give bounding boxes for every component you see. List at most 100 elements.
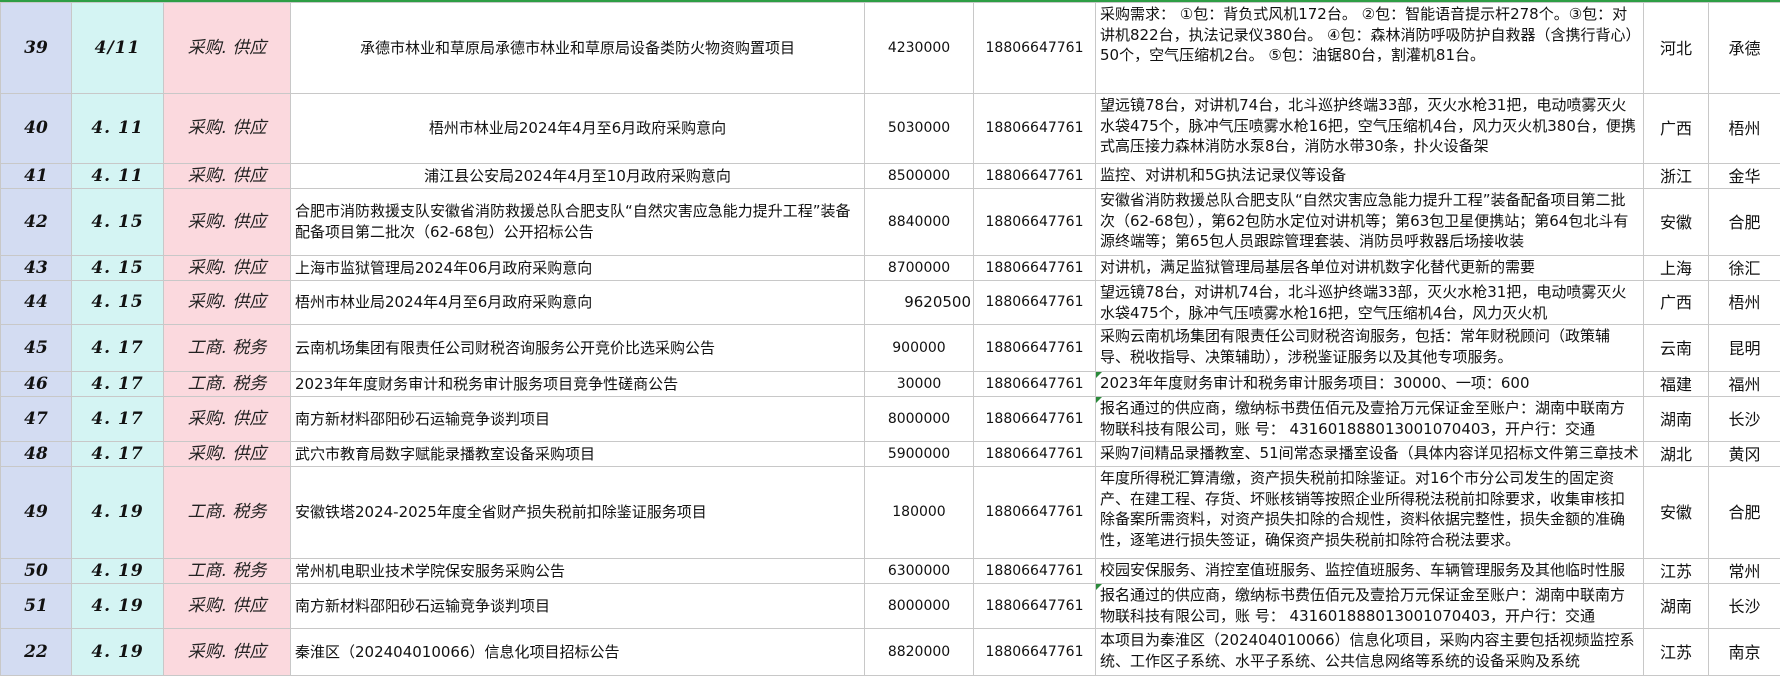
- table-row[interactable]: 48 4. 17 采购. 供应 武穴市教育局数字赋能录播教室设备采购项目 5900000…: [0, 441, 1780, 467]
- city-cell[interactable]: 福州: [1708, 371, 1780, 397]
- table-row[interactable]: 44 4. 15 采购. 供应 梧州市林业局2024年4月至6月政府采购意向 96205…: [0, 280, 1780, 325]
- category-cell[interactable]: 采购. 供应: [163, 188, 291, 256]
- category-cell[interactable]: 采购. 供应: [163, 280, 291, 325]
- row-number-cell[interactable]: 41: [0, 163, 72, 189]
- category-cell[interactable]: 工商. 税务: [163, 371, 291, 397]
- province-cell[interactable]: 云南: [1643, 324, 1709, 372]
- phone-cell[interactable]: 18806647761: [973, 628, 1096, 676]
- project-name-cell[interactable]: 云南机场集团有限责任公司财税咨询服务公开竞价比选采购公告: [290, 324, 865, 372]
- province-cell[interactable]: 江苏: [1643, 558, 1709, 584]
- table-row[interactable]: 50 4. 19 工商. 税务 常州机电职业技术学院保安服务采购公告 6300000 18…: [0, 558, 1780, 584]
- city-cell[interactable]: 长沙: [1708, 583, 1780, 629]
- amount-cell[interactable]: 8820000: [864, 628, 974, 676]
- city-cell[interactable]: 梧州: [1708, 280, 1780, 325]
- amount-cell[interactable]: 8000000: [864, 396, 974, 442]
- table-row[interactable]: 49 4. 19 工商. 税务 安徽铁塔2024-2025年度全省财产损失税前扣除鉴证…: [0, 466, 1780, 559]
- phone-cell[interactable]: 18806647761: [973, 255, 1096, 281]
- date-cell[interactable]: 4. 15: [71, 188, 164, 256]
- category-cell[interactable]: 采购. 供应: [163, 583, 291, 629]
- amount-cell[interactable]: 6300000: [864, 558, 974, 584]
- table-row[interactable]: 22 4. 19 采购. 供应 秦淮区（202404010066）信息化项目招标公告 8…: [0, 628, 1780, 676]
- project-name-cell[interactable]: 合肥市消防救援支队安徽省消防救援总队合肥支队“自然灾害应急能力提升工程”装备配备…: [290, 188, 865, 256]
- phone-cell[interactable]: 18806647761: [973, 371, 1096, 397]
- city-cell[interactable]: 合肥: [1708, 466, 1780, 559]
- category-cell[interactable]: 采购. 供应: [163, 396, 291, 442]
- phone-cell[interactable]: 18806647761: [973, 466, 1096, 559]
- date-cell[interactable]: 4. 17: [71, 396, 164, 442]
- table-row[interactable]: 46 4. 17 工商. 税务 2023年年度财务审计和税务审计服务项目竞争性磋商公告…: [0, 371, 1780, 397]
- province-cell[interactable]: 湖南: [1643, 396, 1709, 442]
- row-number-cell[interactable]: 48: [0, 441, 72, 467]
- category-cell[interactable]: 采购. 供应: [163, 441, 291, 467]
- row-number-cell[interactable]: 46: [0, 371, 72, 397]
- row-number-cell[interactable]: 47: [0, 396, 72, 442]
- project-name-cell[interactable]: 常州机电职业技术学院保安服务采购公告: [290, 558, 865, 584]
- phone-cell[interactable]: 18806647761: [973, 324, 1096, 372]
- category-cell[interactable]: 采购. 供应: [163, 628, 291, 676]
- amount-cell[interactable]: 9620500: [864, 280, 974, 325]
- description-cell[interactable]: 年度所得税汇算清缴，资产损失税前扣除鉴证。对16个市分公司发生的固定资产、在建工…: [1095, 466, 1644, 559]
- category-cell[interactable]: 采购. 供应: [163, 2, 291, 94]
- description-cell[interactable]: 报名通过的供应商，缴纳标书费伍佰元及壹拾万元保证金至账户：湖南中联南方物联科技有…: [1095, 396, 1644, 442]
- description-cell[interactable]: 本项目为秦淮区（202404010066）信息化项目，采购内容主要包括视频监控系…: [1095, 628, 1644, 676]
- description-cell[interactable]: 报名通过的供应商，缴纳标书费伍佰元及壹拾万元保证金至账户：湖南中联南方物联科技有…: [1095, 583, 1644, 629]
- province-cell[interactable]: 安徽: [1643, 466, 1709, 559]
- row-number-cell[interactable]: 40: [0, 93, 72, 164]
- project-name-cell[interactable]: 上海市监狱管理局2024年06月政府采购意向: [290, 255, 865, 281]
- province-cell[interactable]: 上海: [1643, 255, 1709, 281]
- category-cell[interactable]: 采购. 供应: [163, 163, 291, 189]
- amount-cell[interactable]: 8500000: [864, 163, 974, 189]
- province-cell[interactable]: 江苏: [1643, 628, 1709, 676]
- row-number-cell[interactable]: 44: [0, 280, 72, 325]
- table-row[interactable]: 43 4. 15 采购. 供应 上海市监狱管理局2024年06月政府采购意向 87000…: [0, 255, 1780, 281]
- phone-cell[interactable]: 18806647761: [973, 163, 1096, 189]
- phone-cell[interactable]: 18806647761: [973, 558, 1096, 584]
- project-name-cell[interactable]: 2023年年度财务审计和税务审计服务项目竞争性磋商公告: [290, 371, 865, 397]
- date-cell[interactable]: 4. 19: [71, 466, 164, 559]
- project-name-cell[interactable]: 南方新材料邵阳砂石运输竞争谈判项目: [290, 583, 865, 629]
- province-cell[interactable]: 广西: [1643, 280, 1709, 325]
- phone-cell[interactable]: 18806647761: [973, 280, 1096, 325]
- description-cell[interactable]: 对讲机，满足监狱管理局基层各单位对讲机数字化替代更新的需要: [1095, 255, 1644, 281]
- date-cell[interactable]: 4. 11: [71, 163, 164, 189]
- category-cell[interactable]: 工商. 税务: [163, 324, 291, 372]
- amount-cell[interactable]: 8700000: [864, 255, 974, 281]
- description-cell[interactable]: 采购7间精品录播教室、51间常态录播室设备（具体内容详见招标文件第三章技术要求）: [1095, 441, 1644, 467]
- amount-cell[interactable]: 180000: [864, 466, 974, 559]
- project-name-cell[interactable]: 南方新材料邵阳砂石运输竞争谈判项目: [290, 396, 865, 442]
- city-cell[interactable]: 昆明: [1708, 324, 1780, 372]
- category-cell[interactable]: 采购. 供应: [163, 93, 291, 164]
- row-number-cell[interactable]: 51: [0, 583, 72, 629]
- project-name-cell[interactable]: 安徽铁塔2024-2025年度全省财产损失税前扣除鉴证服务项目: [290, 466, 865, 559]
- city-cell[interactable]: 南京: [1708, 628, 1780, 676]
- category-cell[interactable]: 工商. 税务: [163, 466, 291, 559]
- city-cell[interactable]: 长沙: [1708, 396, 1780, 442]
- amount-cell[interactable]: 5900000: [864, 441, 974, 467]
- project-name-cell[interactable]: 梧州市林业局2024年4月至6月政府采购意向: [290, 280, 865, 325]
- date-cell[interactable]: 4. 17: [71, 324, 164, 372]
- city-cell[interactable]: 黄冈: [1708, 441, 1780, 467]
- description-cell[interactable]: 采购云南机场集团有限责任公司财税咨询服务，包括：常年财税顾问（政策辅导、税收指导…: [1095, 324, 1644, 372]
- phone-cell[interactable]: 18806647761: [973, 188, 1096, 256]
- province-cell[interactable]: 河北: [1643, 2, 1709, 94]
- row-number-cell[interactable]: 39: [0, 2, 72, 94]
- province-cell[interactable]: 湖南: [1643, 583, 1709, 629]
- table-row[interactable]: 42 4. 15 采购. 供应 合肥市消防救援支队安徽省消防救援总队合肥支队“自然灾害…: [0, 188, 1780, 256]
- category-cell[interactable]: 采购. 供应: [163, 255, 291, 281]
- description-cell[interactable]: 安徽省消防救援总队合肥支队“自然灾害应急能力提升工程”装备配备项目第二批次（62…: [1095, 188, 1644, 256]
- description-cell[interactable]: 监控、对讲机和5G执法记录仪等设备: [1095, 163, 1644, 189]
- table-row[interactable]: 40 4. 11 采购. 供应 梧州市林业局2024年4月至6月政府采购意向 50300…: [0, 93, 1780, 164]
- phone-cell[interactable]: 18806647761: [973, 583, 1096, 629]
- city-cell[interactable]: 徐汇: [1708, 255, 1780, 281]
- description-cell[interactable]: 望远镜78台，对讲机74台，北斗巡护终端33部，灭火水枪31把，电动喷雾灭火水袋…: [1095, 93, 1644, 164]
- amount-cell[interactable]: 5030000: [864, 93, 974, 164]
- row-number-cell[interactable]: 22: [0, 628, 72, 676]
- province-cell[interactable]: 湖北: [1643, 441, 1709, 467]
- date-cell[interactable]: 4. 15: [71, 280, 164, 325]
- date-cell[interactable]: 4. 17: [71, 441, 164, 467]
- phone-cell[interactable]: 18806647761: [973, 93, 1096, 164]
- date-cell[interactable]: 4. 15: [71, 255, 164, 281]
- phone-cell[interactable]: 18806647761: [973, 396, 1096, 442]
- row-number-cell[interactable]: 49: [0, 466, 72, 559]
- row-number-cell[interactable]: 45: [0, 324, 72, 372]
